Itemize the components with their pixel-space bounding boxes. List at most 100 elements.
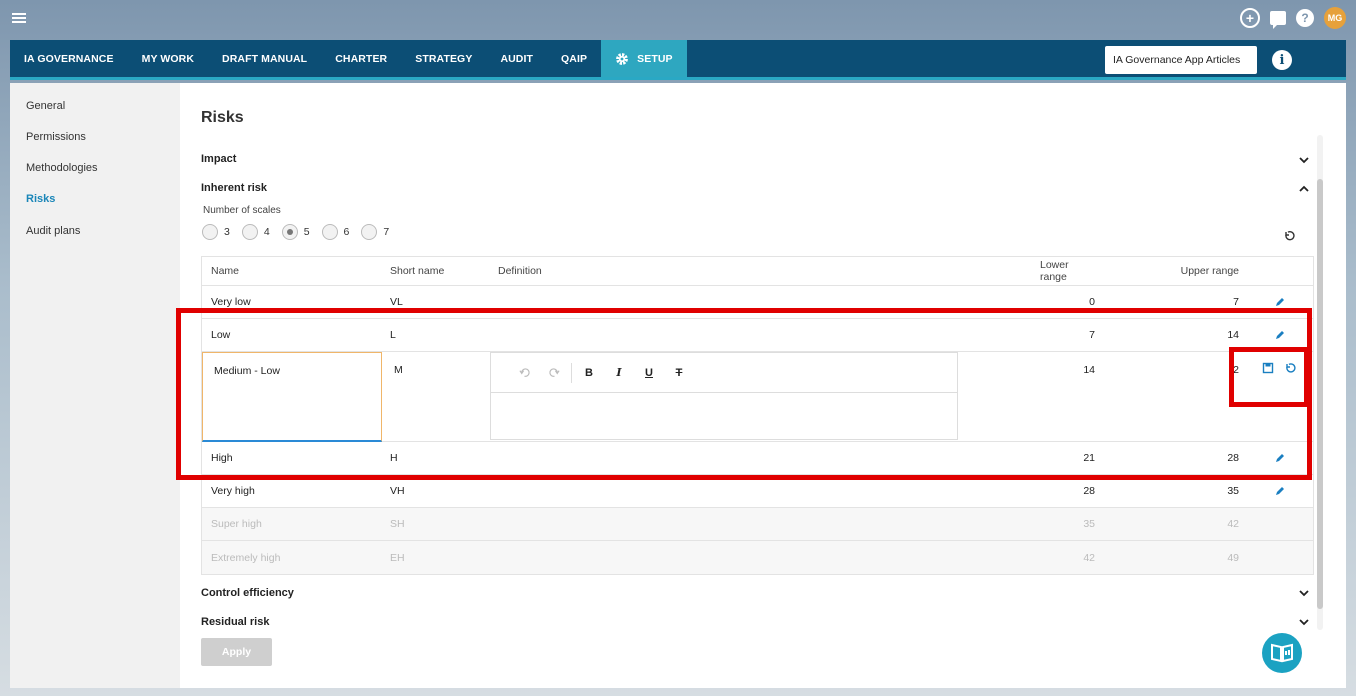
table-row-editing: Medium - Low M B I U T 14 2 bbox=[202, 352, 1313, 442]
row-short-name: EH bbox=[390, 551, 405, 564]
redo-icon bbox=[548, 368, 560, 377]
definition-editor[interactable]: B I U T bbox=[490, 352, 958, 440]
editor-toolbar: B I U T bbox=[491, 353, 957, 393]
section-control-efficiency[interactable]: Control efficiency bbox=[201, 587, 294, 599]
row-upper-range: 7 bbox=[1233, 296, 1239, 308]
sidebar-item-general[interactable]: General bbox=[26, 100, 65, 112]
row-lower-range: 42 bbox=[1083, 551, 1095, 564]
header-definition: Definition bbox=[498, 265, 542, 277]
table-row: Very low VL 0 7 bbox=[202, 286, 1313, 319]
help-book-button[interactable] bbox=[1262, 633, 1302, 673]
scale-option-3[interactable]: 3 bbox=[202, 224, 230, 240]
nav-charter[interactable]: CHARTER bbox=[321, 40, 401, 77]
row-short-name: VH bbox=[390, 485, 405, 497]
section-residual-risk[interactable]: Residual risk bbox=[201, 616, 269, 628]
underline-button[interactable]: U bbox=[634, 367, 664, 379]
radio-icon bbox=[202, 224, 218, 240]
hamburger-menu-icon[interactable] bbox=[11, 10, 27, 26]
row-upper-range: 35 bbox=[1227, 485, 1239, 497]
nav-strategy[interactable]: STRATEGY bbox=[401, 40, 486, 77]
info-icon[interactable]: i bbox=[1272, 50, 1292, 70]
pencil-icon bbox=[1276, 454, 1284, 462]
row-short-name: VL bbox=[390, 296, 403, 308]
strikethrough-button[interactable]: T bbox=[664, 367, 694, 379]
edit-row-button[interactable] bbox=[1274, 442, 1286, 474]
table-row-disabled: Super high SH 35 42 bbox=[202, 508, 1313, 541]
header-name: Name bbox=[211, 265, 240, 277]
redo-button[interactable] bbox=[539, 367, 569, 378]
scale-label: 7 bbox=[383, 226, 390, 238]
row-lower-range: 7 bbox=[1089, 329, 1095, 341]
name-input[interactable]: Medium - Low bbox=[202, 352, 382, 442]
row-lower-range: 21 bbox=[1083, 452, 1095, 464]
sidebar-item-methodologies[interactable]: Methodologies bbox=[26, 162, 98, 174]
table-row: High H 21 28 bbox=[202, 442, 1313, 475]
sidebar-item-permissions[interactable]: Permissions bbox=[26, 131, 86, 143]
pencil-icon bbox=[1276, 331, 1284, 339]
scale-option-6[interactable]: 6 bbox=[321, 224, 349, 240]
section-inherent-risk[interactable]: Inherent risk bbox=[201, 182, 267, 194]
nav-setup[interactable]: SETUP bbox=[601, 40, 687, 77]
row-name: Extremely high bbox=[211, 551, 281, 564]
edit-row-button[interactable] bbox=[1274, 286, 1286, 318]
row-lower-range: 35 bbox=[1083, 518, 1095, 530]
row-upper-range: 14 bbox=[1227, 329, 1239, 341]
chevron-down-icon[interactable] bbox=[1298, 154, 1310, 166]
edit-row-button[interactable] bbox=[1274, 319, 1286, 351]
upper-range-input[interactable]: 2 bbox=[1202, 364, 1239, 376]
articles-search-field[interactable]: IA Governance App Articles bbox=[1105, 46, 1257, 74]
scrollbar[interactable] bbox=[1317, 135, 1323, 630]
radio-icon bbox=[321, 224, 338, 240]
row-name: Super high bbox=[211, 518, 262, 530]
nav-draft-manual[interactable]: DRAFT MANUAL bbox=[208, 40, 321, 77]
scale-option-5[interactable]: 5 bbox=[281, 224, 310, 240]
row-name: High bbox=[211, 452, 233, 464]
row-upper-range: 28 bbox=[1227, 452, 1239, 464]
nav-qaip[interactable]: QAIP bbox=[547, 40, 601, 77]
sidebar-item-risks[interactable]: Risks bbox=[26, 193, 55, 205]
scales-radio-group: 3 4 5 6 7 bbox=[202, 224, 389, 240]
undo-icon[interactable] bbox=[1283, 229, 1295, 241]
cancel-undo-icon[interactable] bbox=[1284, 362, 1296, 374]
scrollbar-thumb[interactable] bbox=[1317, 179, 1323, 609]
scale-label: 3 bbox=[224, 226, 230, 238]
undo-button[interactable] bbox=[509, 367, 539, 378]
chevron-down-icon[interactable] bbox=[1298, 587, 1310, 599]
scales-label: Number of scales bbox=[203, 205, 281, 216]
short-name-input[interactable]: M bbox=[394, 364, 403, 376]
top-bar: + ? MG bbox=[0, 0, 1356, 38]
table-row-disabled: Extremely high EH 42 49 bbox=[202, 541, 1313, 574]
main-nav: IA GOVERNANCE MY WORK DRAFT MANUAL CHART… bbox=[10, 40, 1346, 80]
nav-setup-label: SETUP bbox=[637, 52, 673, 65]
pencil-icon bbox=[1276, 487, 1284, 495]
gear-icon bbox=[616, 52, 629, 65]
section-impact[interactable]: Impact bbox=[201, 153, 236, 165]
scale-option-4[interactable]: 4 bbox=[241, 224, 270, 240]
nav-audit[interactable]: AUDIT bbox=[486, 40, 547, 77]
nav-ia-governance[interactable]: IA GOVERNANCE bbox=[10, 40, 128, 77]
chevron-up-icon[interactable] bbox=[1298, 183, 1310, 195]
book-icon bbox=[1271, 643, 1293, 663]
add-icon[interactable]: + bbox=[1240, 8, 1260, 28]
italic-button[interactable]: I bbox=[604, 366, 634, 379]
nav-my-work[interactable]: MY WORK bbox=[128, 40, 208, 77]
help-icon[interactable]: ? bbox=[1296, 9, 1314, 27]
table-row: Low L 7 14 bbox=[202, 319, 1313, 352]
scale-option-7[interactable]: 7 bbox=[361, 224, 389, 240]
save-icon[interactable] bbox=[1262, 362, 1274, 374]
row-name: Very low bbox=[211, 296, 251, 308]
sidebar-item-audit-plans[interactable]: Audit plans bbox=[26, 225, 80, 237]
lower-range-input[interactable]: 14 bbox=[1062, 364, 1095, 376]
row-lower-range: 28 bbox=[1083, 485, 1095, 497]
radio-checked-icon bbox=[281, 224, 298, 240]
chevron-down-icon[interactable] bbox=[1298, 616, 1310, 628]
chat-icon[interactable] bbox=[1270, 11, 1286, 29]
avatar[interactable]: MG bbox=[1324, 7, 1346, 29]
apply-button[interactable]: Apply bbox=[201, 638, 272, 666]
row-short-name: H bbox=[390, 452, 398, 464]
table-row: Very high VH 28 35 bbox=[202, 475, 1313, 508]
edit-row-button[interactable] bbox=[1274, 475, 1286, 507]
row-short-name: L bbox=[390, 329, 396, 341]
row-short-name: SH bbox=[390, 518, 405, 530]
bold-button[interactable]: B bbox=[574, 367, 604, 379]
